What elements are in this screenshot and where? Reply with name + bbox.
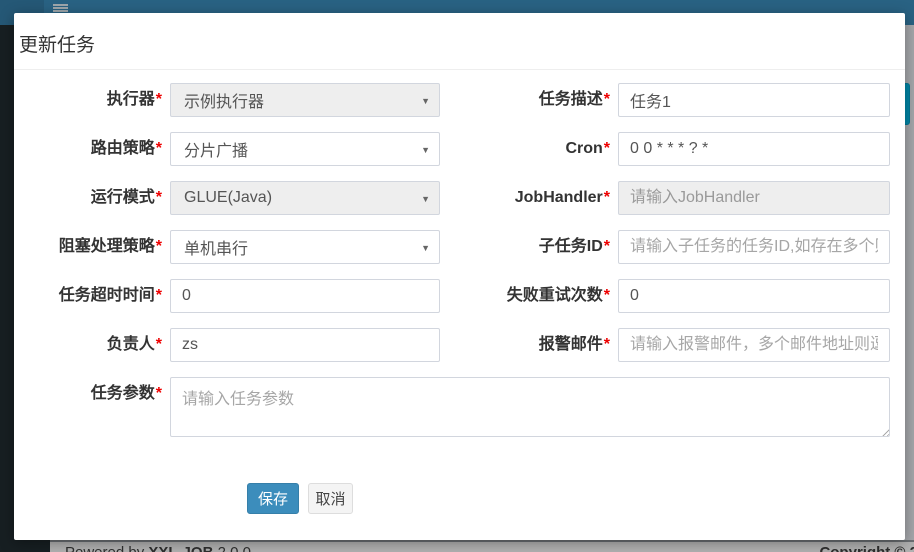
glue-type-select: GLUE(Java) ▼ — [170, 181, 440, 215]
update-task-modal: 更新任务 执行器* 示例执行器 ▼ 任务描述* 路由策略* 分片广播 ▼ Cro… — [14, 13, 905, 540]
job-param-textarea[interactable] — [170, 377, 890, 437]
block-strategy-label: 阻塞处理策略* — [0, 230, 162, 264]
child-jobid-input[interactable] — [618, 230, 890, 264]
alarm-email-input[interactable] — [618, 328, 890, 362]
job-desc-label: 任务描述* — [420, 83, 610, 117]
fail-retry-label: 失败重试次数* — [420, 279, 610, 313]
cancel-button[interactable]: 取消 — [308, 483, 353, 514]
form-row: 执行器* 示例执行器 ▼ 任务描述* — [14, 83, 905, 117]
job-param-label: 任务参数* — [0, 377, 162, 411]
modal-title: 更新任务 — [14, 13, 905, 70]
cron-label: Cron* — [420, 132, 610, 166]
required-asterisk: * — [156, 385, 162, 402]
route-strategy-select-value: 分片广播 — [184, 137, 248, 161]
cron-input[interactable] — [618, 132, 890, 166]
form-row: 阻塞处理策略* 单机串行 ▼ 子任务ID* — [14, 230, 905, 264]
fail-retry-input[interactable] — [618, 279, 890, 313]
job-handler-input — [618, 181, 890, 215]
required-asterisk: * — [156, 287, 162, 304]
route-strategy-label: 路由策略* — [0, 132, 162, 166]
form-row: 负责人* 报警邮件* — [14, 328, 905, 362]
required-asterisk: * — [604, 336, 610, 353]
author-label: 负责人* — [0, 328, 162, 362]
required-asterisk: * — [604, 140, 610, 157]
required-asterisk: * — [156, 336, 162, 353]
form-row: 任务超时时间* 失败重试次数* — [14, 279, 905, 313]
glue-type-select-value: GLUE(Java) — [184, 189, 272, 207]
block-strategy-select[interactable]: 单机串行 ▼ — [170, 230, 440, 264]
required-asterisk: * — [156, 140, 162, 157]
form-row: 路由策略* 分片广播 ▼ Cron* — [14, 132, 905, 166]
required-asterisk: * — [604, 91, 610, 108]
alarm-email-label: 报警邮件* — [420, 328, 610, 362]
page-root: { "page": { "footer": { "powered_by_pref… — [0, 0, 914, 552]
block-strategy-select-value: 单机串行 — [184, 235, 248, 259]
save-button[interactable]: 保存 — [247, 483, 299, 514]
job-handler-label: JobHandler* — [420, 181, 610, 215]
form-row: 运行模式* GLUE(Java) ▼ JobHandler* — [14, 181, 905, 215]
required-asterisk: * — [604, 287, 610, 304]
timeout-label: 任务超时时间* — [0, 279, 162, 313]
executor-select-value: 示例执行器 — [184, 88, 264, 112]
job-desc-input[interactable] — [618, 83, 890, 117]
route-strategy-select[interactable]: 分片广播 ▼ — [170, 132, 440, 166]
required-asterisk: * — [604, 238, 610, 255]
required-asterisk: * — [156, 189, 162, 206]
required-asterisk: * — [156, 91, 162, 108]
executor-label: 执行器* — [0, 83, 162, 117]
timeout-input[interactable] — [170, 279, 440, 313]
form-row: 任务参数* — [14, 377, 905, 437]
required-asterisk: * — [604, 189, 610, 206]
executor-select: 示例执行器 ▼ — [170, 83, 440, 117]
required-asterisk: * — [156, 238, 162, 255]
author-input[interactable] — [170, 328, 440, 362]
child-jobid-label: 子任务ID* — [420, 230, 610, 264]
glue-type-label: 运行模式* — [0, 181, 162, 215]
